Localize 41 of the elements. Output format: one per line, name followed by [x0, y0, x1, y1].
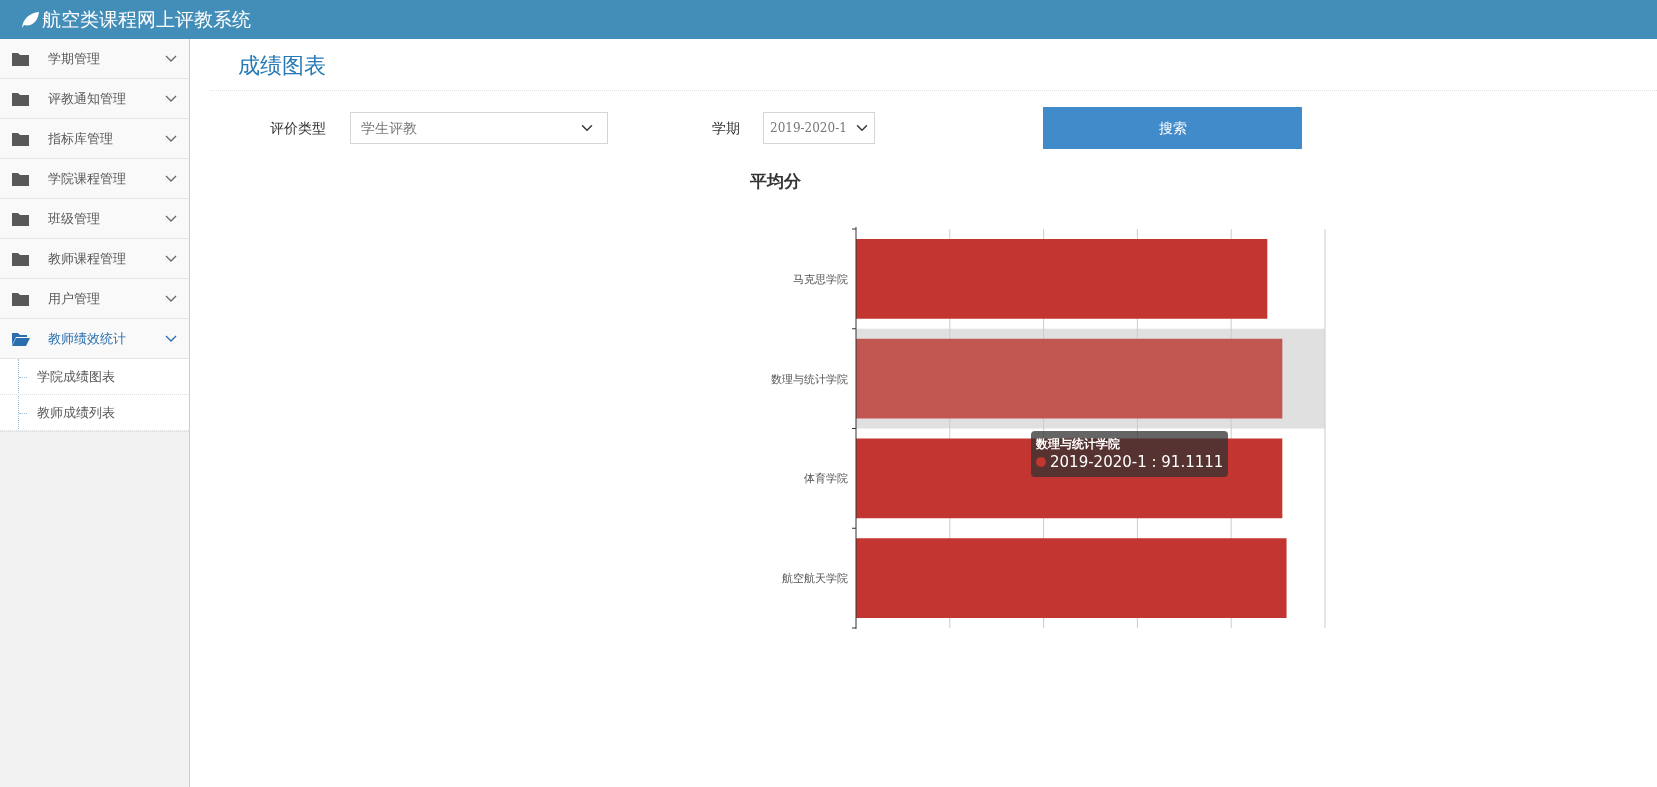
folder-icon [12, 91, 30, 106]
chevron-icon [165, 134, 177, 143]
submenu-item[interactable]: 教师成绩列表 [0, 395, 189, 431]
chevron-icon [165, 54, 177, 63]
folder-icon [12, 211, 30, 226]
filter-dropdown[interactable]: 2019-2020-1 [763, 112, 875, 144]
axis-label: 体育学院 [804, 471, 848, 485]
folder-icon [12, 171, 30, 186]
chevron-icon [165, 254, 177, 263]
page-title: 成绩图表 [210, 39, 1657, 91]
chevron-icon [165, 334, 177, 343]
sidebar-item[interactable]: 评教通知管理 [0, 79, 189, 119]
filter-label: 评价类型 [270, 118, 326, 138]
sidebar-item[interactable]: 指标库管理 [0, 119, 189, 159]
axis-label: 数理与统计学院 [771, 372, 848, 386]
filter-label: 学期 [712, 118, 740, 138]
axis-label: 航空航天学院 [782, 571, 848, 585]
leaf-icon [20, 10, 40, 29]
chevron-icon [165, 94, 177, 103]
chevron-icon [165, 294, 177, 303]
axis-label: 马克思学院 [793, 272, 848, 286]
chevron-icon [165, 174, 177, 183]
sidebar-item[interactable]: 学院课程管理 [0, 159, 189, 199]
tooltip-title: 数理与统计学院 [1036, 436, 1121, 453]
sidebar-item[interactable]: 用户管理 [0, 279, 189, 319]
search-button[interactable]: 搜索 [1043, 107, 1302, 149]
chart-title: 平均分 [750, 170, 802, 193]
app-title: 航空类课程网上评教系统 [42, 7, 251, 33]
filter-dropdown[interactable]: 学生评教 [350, 112, 608, 144]
folder-icon [12, 51, 30, 66]
chevron-icon [165, 214, 177, 223]
open-folder-icon [12, 331, 30, 346]
folder-icon [12, 291, 30, 306]
sidebar-item[interactable]: 班级管理 [0, 199, 189, 239]
sidebar-item[interactable]: 教师课程管理 [0, 239, 189, 279]
sidebar-item[interactable]: 学期管理 [0, 39, 189, 79]
sidebar-item[interactable]: 教师绩效统计 [0, 319, 189, 359]
tooltip-value: 2019-2020-1 : 91.1111 [1050, 452, 1224, 473]
folder-icon [12, 251, 30, 266]
folder-icon [12, 131, 30, 146]
submenu-item[interactable]: 学院成绩图表 [0, 359, 189, 395]
